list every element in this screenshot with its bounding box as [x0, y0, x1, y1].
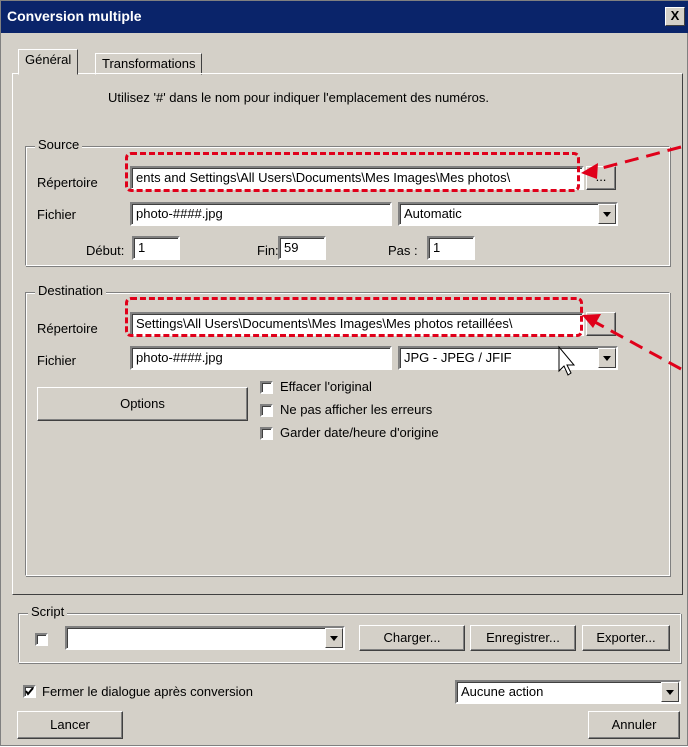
- annotation-arrows: [558, 145, 682, 376]
- mouse-cursor-icon: [558, 345, 576, 376]
- dest-arrow-head: [582, 314, 601, 328]
- dest-arrow-line: [592, 319, 682, 371]
- tab-general[interactable]: Général: [18, 49, 79, 75]
- conversion-dialog: Conversion multiple X Général Transforma…: [0, 0, 688, 746]
- source-arrow-line: [590, 145, 682, 173]
- source-arrow-head: [581, 163, 598, 179]
